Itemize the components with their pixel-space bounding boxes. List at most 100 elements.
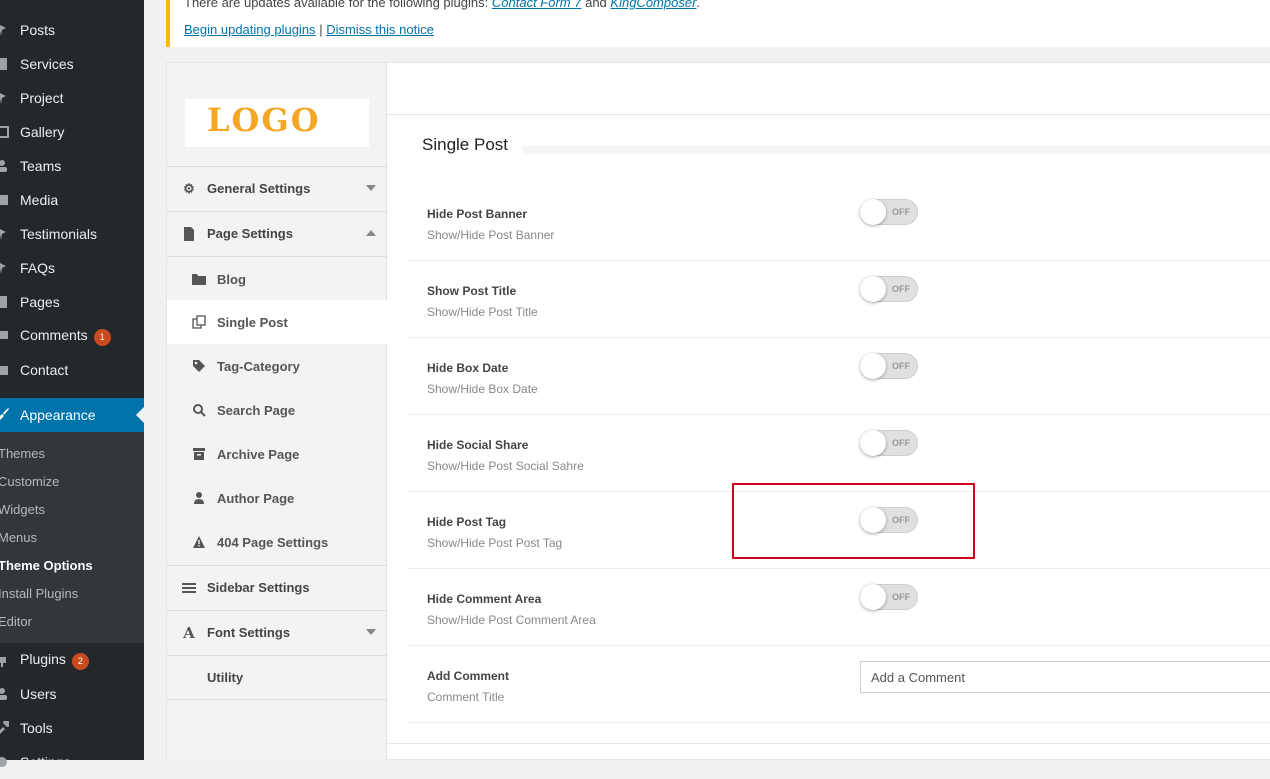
- settings-icon: [0, 754, 10, 770]
- nav-utility[interactable]: Utility: [167, 655, 386, 700]
- hide-box-date-toggle[interactable]: OFF: [860, 353, 918, 379]
- comments-count-badge: 1: [93, 328, 111, 346]
- tags-icon: [191, 358, 207, 374]
- menu-tools[interactable]: Tools: [0, 711, 144, 745]
- user-icon: [0, 686, 10, 702]
- hide-comment-area-toggle[interactable]: OFF: [860, 584, 918, 610]
- menu-pages[interactable]: Pages: [0, 285, 144, 319]
- hide-social-share-toggle[interactable]: OFF: [860, 430, 918, 456]
- option-row: Hide Post Banner Show/Hide Post Banner O…: [407, 184, 1270, 261]
- option-desc: Show/Hide Post Post Tag: [427, 536, 563, 550]
- toggle-knob: [860, 430, 886, 456]
- option-name: Hide Post Tag: [427, 515, 507, 529]
- content-bottom-rule: [387, 743, 1270, 744]
- submenu-install-plugins[interactable]: Install Plugins: [0, 586, 78, 601]
- nav-search-page[interactable]: Search Page: [167, 388, 386, 432]
- file-icon: [181, 226, 197, 242]
- nav-general-settings[interactable]: ⚙ General Settings: [167, 166, 386, 210]
- nav-page-settings[interactable]: Page Settings: [167, 211, 386, 255]
- option-name: Hide Box Date: [427, 361, 509, 375]
- toggle-state: OFF: [892, 207, 910, 217]
- menu-plugins[interactable]: Plugins 2: [0, 643, 144, 677]
- add-comment-input[interactable]: [860, 661, 1270, 693]
- nav-author-page[interactable]: Author Page: [167, 476, 386, 520]
- submenu-customize[interactable]: Customize: [0, 474, 59, 489]
- wrench-icon: [0, 720, 10, 736]
- list-icon: [181, 580, 197, 596]
- chevron-down-icon: [366, 185, 376, 191]
- menu-comments[interactable]: Comments 1: [0, 319, 144, 353]
- nav-archive-page[interactable]: Archive Page: [167, 432, 386, 476]
- dismiss-notice-link[interactable]: Dismiss this notice: [326, 22, 434, 37]
- menu-settings[interactable]: Settings: [0, 745, 144, 779]
- nav-404-page-settings[interactable]: 404 Page Settings: [167, 520, 386, 564]
- warning-icon: [191, 534, 207, 550]
- appearance-submenu: Themes Customize Widgets Menus Theme Opt…: [0, 432, 144, 643]
- submenu-editor[interactable]: Editor: [0, 614, 32, 629]
- page-icon: [0, 294, 10, 310]
- notice-links: Begin updating plugins | Dismiss this no…: [184, 22, 434, 37]
- toggle-knob: [860, 353, 886, 379]
- option-row: Hide Social Share Show/Hide Post Social …: [407, 415, 1270, 492]
- section-title-rule: [522, 146, 1270, 154]
- update-notice: There are updates available for the foll…: [166, 0, 1270, 47]
- menu-appearance[interactable]: Appearance: [0, 398, 144, 432]
- toggle-knob: [860, 199, 886, 225]
- menu-testimonials[interactable]: Testimonials: [0, 217, 144, 251]
- option-desc: Comment Title: [427, 690, 505, 704]
- option-row: Show Post Title Show/Hide Post Title OFF: [407, 261, 1270, 338]
- cogs-icon: ⚙: [183, 180, 195, 196]
- nav-sidebar-settings[interactable]: Sidebar Settings: [167, 565, 386, 609]
- menu-teams[interactable]: Teams: [0, 149, 144, 183]
- nav-blog[interactable]: Blog: [167, 256, 386, 301]
- menu-contact[interactable]: Contact: [0, 353, 144, 387]
- show-post-title-toggle[interactable]: OFF: [860, 276, 918, 302]
- menu-project[interactable]: Project: [0, 81, 144, 115]
- pin-icon: [0, 22, 10, 38]
- menu-users[interactable]: Users: [0, 677, 144, 711]
- toggle-knob: [860, 276, 886, 302]
- highlight-box: [732, 483, 975, 559]
- submenu-theme-options[interactable]: Theme Options: [0, 558, 93, 573]
- nav-font-settings[interactable]: A Font Settings: [167, 610, 386, 654]
- logo: LOGO: [185, 99, 369, 147]
- toggle-knob: [860, 584, 886, 610]
- menu-comments-label: Comments: [20, 326, 88, 343]
- hide-post-banner-toggle[interactable]: OFF: [860, 199, 918, 225]
- theme-options-panel: LOGO ⚙ General Settings Page Settings Bl…: [166, 62, 1270, 761]
- pin-icon: [0, 90, 10, 106]
- menu-gallery[interactable]: Gallery: [0, 115, 144, 149]
- folder-icon: [191, 271, 207, 287]
- plugin-link-contact-form-7[interactable]: Contact Form 7: [492, 0, 582, 10]
- toggle-state: OFF: [892, 361, 910, 371]
- plugin-link-kingcomposer[interactable]: KingComposer: [610, 0, 696, 10]
- option-row: Hide Comment Area Show/Hide Post Comment…: [407, 569, 1270, 646]
- section-title: Single Post: [422, 135, 522, 155]
- current-menu-arrow: [136, 407, 144, 423]
- submenu-themes[interactable]: Themes: [0, 446, 45, 461]
- toggle-state: OFF: [892, 592, 910, 602]
- media-icon: [0, 192, 10, 208]
- begin-updating-link[interactable]: Begin updating plugins: [184, 22, 316, 37]
- nav-single-post[interactable]: Single Post: [167, 300, 388, 344]
- plugin-icon: [0, 652, 10, 668]
- admin-sidebar: Posts Services Project Gallery Teams Med…: [0, 0, 144, 770]
- nav-tag-category[interactable]: Tag-Category: [167, 344, 386, 388]
- pin-icon: [0, 226, 10, 242]
- option-name: Add Comment: [427, 669, 509, 683]
- pages-icon: [0, 56, 10, 72]
- users-icon: [0, 158, 10, 174]
- submenu-widgets[interactable]: Widgets: [0, 502, 45, 517]
- menu-posts[interactable]: Posts: [0, 13, 144, 47]
- pin-icon: [0, 260, 10, 276]
- submenu-menus[interactable]: Menus: [0, 530, 37, 545]
- option-row: Add Comment Comment Title: [407, 646, 1270, 723]
- notice-and: and: [585, 0, 607, 10]
- chevron-up-icon: [366, 230, 376, 236]
- menu-services[interactable]: Services: [0, 47, 144, 81]
- notice-separator: |: [319, 22, 323, 37]
- menu-media[interactable]: Media: [0, 183, 144, 217]
- comment-icon: [0, 328, 10, 344]
- menu-faqs[interactable]: FAQs: [0, 251, 144, 285]
- options-nav: LOGO ⚙ General Settings Page Settings Bl…: [167, 63, 388, 761]
